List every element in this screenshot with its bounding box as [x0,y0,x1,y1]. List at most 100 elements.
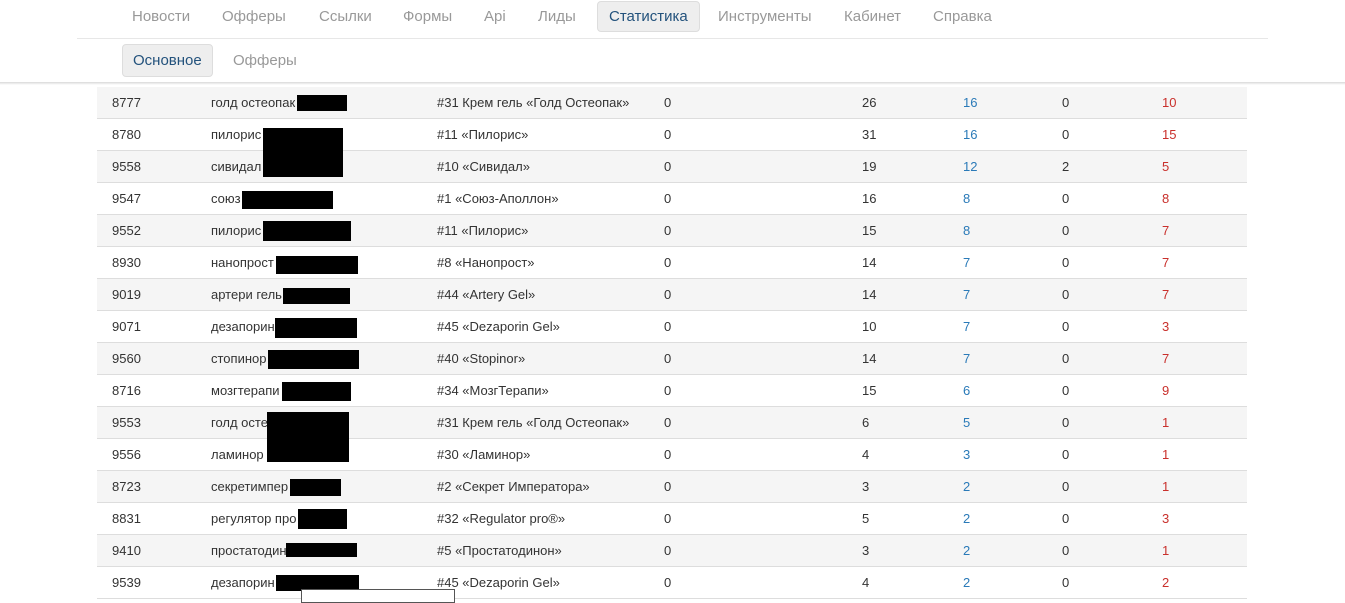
nav-item-cabinet[interactable]: Кабинет [833,0,912,33]
table-row: 9019 артери гель #44 «Artery Gel» 0 14 7 0 7 [97,279,1247,311]
cell-value[interactable]: 3 [963,439,970,470]
table-row: 9071 дезапорин #45 «Dezaporin Gel» 0 10 7 0 3 [97,311,1247,343]
cell-value: 1 [1162,479,1170,494]
table-row: 8723 секретимпер #2 «Секрет Императора» 0 3 2… [97,471,1247,503]
cell-name: дезапорин [211,319,275,334]
cell-value: 14 [862,255,877,270]
cell-name: нанопрост [211,255,274,270]
cell-name: голд остеопак [211,95,296,110]
cell-value: 0 [1062,191,1070,206]
cell-value: 0 [664,383,672,398]
nav-item-api[interactable]: Api [473,0,517,33]
redaction-box [275,318,357,338]
cell-value: 1 [1162,415,1170,430]
nav-item-leads[interactable]: Лиды [527,0,587,33]
cell-value: 0 [1062,95,1070,110]
cell-value: 3 [1162,319,1170,334]
cell-value: 0 [664,255,672,270]
cell-offer: #44 «Artery Gel» [437,287,536,302]
cell-value: 0 [664,319,672,334]
cell-value: 0 [664,447,672,462]
redaction-box [282,382,351,401]
cell-offer: #32 «Regulator pro®» [437,511,566,526]
table-row: 9410 простатодин #5 «Простатодинон» 0 3 2 0 1 [97,535,1247,567]
redaction-box [297,95,347,111]
cell-value[interactable]: 2 [963,503,970,534]
cell-value: 0 [664,127,672,142]
cell-value: 9 [1162,383,1170,398]
cell-value: 15 [862,383,877,398]
cell-value: 0 [1062,127,1070,142]
cell-value: 15 [862,223,877,238]
cell-name: секретимпер [211,479,289,494]
top-navigation: Новости Офферы Ссылки Формы Api Лиды Ста… [0,0,1345,38]
cell-value: 0 [664,95,672,110]
nav-item-news[interactable]: Новости [121,0,201,33]
cell-value: 7 [1162,287,1170,302]
cell-value: 2 [1062,159,1070,174]
nav-item-forms[interactable]: Формы [392,0,463,33]
redaction-box [242,191,333,209]
cell-offer: #31 Крем гель «Голд Остеопак» [437,415,630,430]
cell-value[interactable]: 7 [963,279,970,310]
cell-name: простатодин [211,543,287,558]
cell-offer: #45 «Dezaporin Gel» [437,319,560,334]
cell-id: 9410 [112,543,141,558]
cell-value[interactable]: 16 [963,87,977,118]
cell-value: 0 [1062,415,1070,430]
cell-value[interactable]: 12 [963,151,977,182]
cell-value: 0 [1062,543,1070,558]
cell-value: 0 [1062,383,1070,398]
cell-name: мозгтерапи [211,383,280,398]
cell-value: 10 [862,319,877,334]
cell-value: 26 [862,95,877,110]
cell-value: 0 [664,575,672,590]
cell-offer: #34 «МозгТерапи» [437,383,549,398]
cell-name: голд осте [211,415,268,430]
redaction-box [286,543,357,557]
nav-item-statistics[interactable]: Статистика [597,1,700,32]
cell-offer: #30 «Ламинор» [437,447,531,462]
cell-value[interactable]: 2 [963,567,970,598]
cell-value[interactable]: 8 [963,215,970,246]
cell-value[interactable]: 7 [963,343,970,374]
cell-value[interactable]: 8 [963,183,970,214]
cell-id: 8930 [112,255,141,270]
cell-id: 9560 [112,351,141,366]
cell-offer: #40 «Stopinor» [437,351,526,366]
nav-item-offers[interactable]: Офферы [211,0,297,33]
cell-value[interactable]: 16 [963,119,977,150]
cell-value: 0 [664,191,672,206]
cell-value[interactable]: 5 [963,407,970,438]
cell-offer: #1 «Союз-Аполлон» [437,191,559,206]
subnav-item-main[interactable]: Основное [122,44,213,77]
cell-offer: #45 «Dezaporin Gel» [437,575,560,590]
table-row: 8716 мозгтерапи #34 «МозгТерапи» 0 15 6 0 9 [97,375,1247,407]
cell-value: 0 [1062,287,1070,302]
cell-value: 0 [1062,351,1070,366]
cell-value[interactable]: 2 [963,471,970,502]
cell-value[interactable]: 7 [963,311,970,342]
cell-value: 0 [664,415,672,430]
cell-id: 8723 [112,479,141,494]
subnav-item-offers[interactable]: Офферы [223,44,307,77]
nav-item-help[interactable]: Справка [922,0,1003,33]
cell-name: пилорис [211,223,262,238]
cell-value: 14 [862,351,877,366]
cell-offer: #8 «Нанопрост» [437,255,535,270]
nav-item-tools[interactable]: Инструменты [707,0,823,33]
cell-value[interactable]: 2 [963,535,970,566]
table-row: 9539 дезапорин #45 «Dezaporin Gel» 0 4 2 0 2 [97,567,1247,599]
cell-value: 0 [664,543,672,558]
redaction-box [290,479,341,496]
cell-value: 1 [1162,543,1170,558]
nav-item-links[interactable]: Ссылки [308,0,383,33]
cell-value: 0 [1062,575,1070,590]
cell-value: 4 [862,575,870,590]
cell-value: 1 [1162,447,1170,462]
cell-value[interactable]: 6 [963,375,970,406]
cell-value[interactable]: 7 [963,247,970,278]
table-row: 8777 голд остеопак #31 Крем гель «Голд Ост… [97,87,1247,119]
cell-value: 0 [664,351,672,366]
cell-name: союз [211,191,241,206]
